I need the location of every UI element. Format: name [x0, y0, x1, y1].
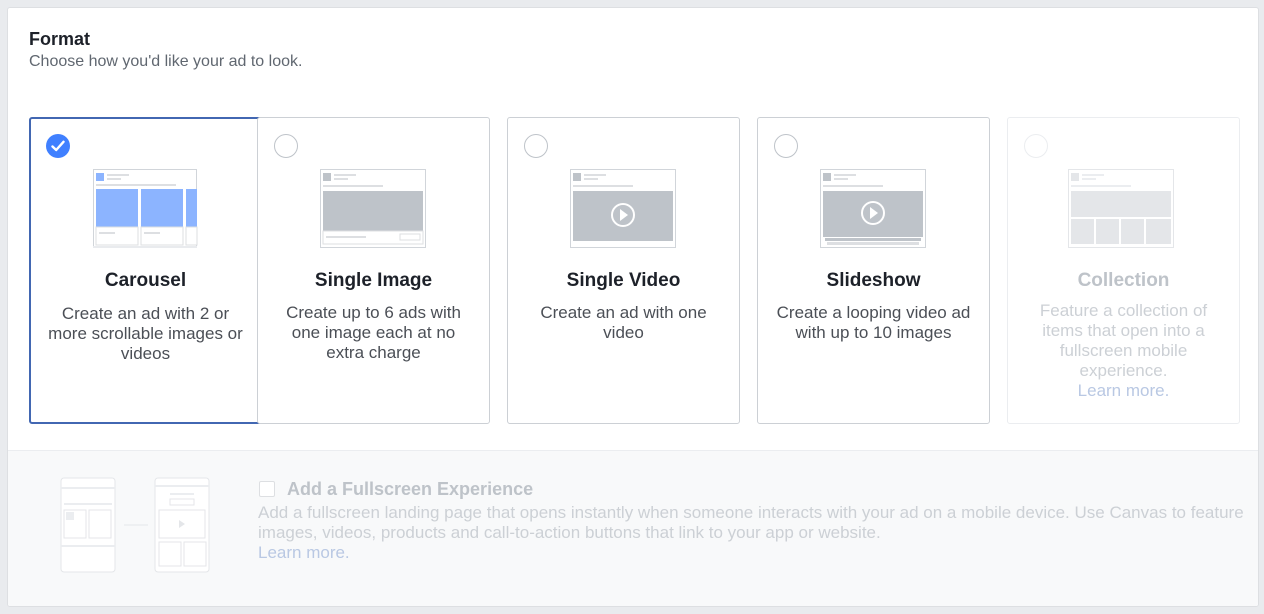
section-subtitle: Choose how you'd like your ad to look.: [29, 53, 303, 70]
card-description: Create up to 6 ads with one image each a…: [286, 303, 461, 362]
radio-single-video[interactable]: [524, 134, 548, 158]
fullscreen-description-text: Add a fullscreen landing page that opens…: [258, 503, 1244, 542]
card-title: Carousel: [104, 270, 187, 291]
radio-slideshow[interactable]: [774, 134, 798, 158]
card-description: Create an ad with 2 or more scrollable i…: [48, 304, 243, 363]
card-title: Single Video: [566, 270, 681, 291]
radio-single-image[interactable]: [274, 134, 298, 158]
card-description: Feature a collection of items that open …: [1022, 301, 1225, 401]
single-image-thumbnail: [320, 169, 426, 248]
format-panel: Format Choose how you'd like your ad to …: [7, 7, 1259, 607]
fullscreen-illustration: [60, 477, 210, 573]
section-title: Format: [29, 29, 91, 49]
card-description: Create an ad with one video: [540, 303, 707, 342]
format-card-carousel[interactable]: Carousel Create an ad with 2 or more scr…: [29, 117, 262, 424]
card-description-text: Feature a collection of items that open …: [1039, 301, 1208, 380]
fullscreen-description: Add a fullscreen landing page that opens…: [258, 503, 1248, 563]
fullscreen-checkbox[interactable]: [259, 481, 275, 497]
card-title: Single Image: [314, 270, 433, 291]
format-card-slideshow[interactable]: Slideshow Create a looping video ad with…: [757, 117, 990, 424]
learn-more-link[interactable]: Learn more.: [1078, 381, 1170, 400]
card-title: Collection: [1077, 270, 1170, 291]
single-video-thumbnail: [570, 169, 676, 248]
radio-collection: [1024, 134, 1048, 158]
fullscreen-experience-section: Add a Fullscreen Experience Add a fullsc…: [8, 450, 1258, 606]
card-title: Slideshow: [826, 270, 921, 291]
format-card-single-video[interactable]: Single Video Create an ad with one video: [507, 117, 740, 424]
check-icon: [51, 140, 65, 152]
format-card-collection: Collection Feature a collection of items…: [1007, 117, 1240, 424]
fullscreen-learn-more-link[interactable]: Learn more.: [258, 543, 350, 562]
card-description: Create a looping video ad with up to 10 …: [776, 303, 971, 342]
fullscreen-title: Add a Fullscreen Experience: [287, 479, 534, 499]
slideshow-thumbnail: [820, 169, 926, 248]
format-card-single-image[interactable]: Single Image Create up to 6 ads with one…: [257, 117, 490, 424]
carousel-thumbnail: [93, 169, 198, 248]
collection-thumbnail: [1068, 169, 1174, 248]
radio-carousel[interactable]: [46, 134, 70, 158]
